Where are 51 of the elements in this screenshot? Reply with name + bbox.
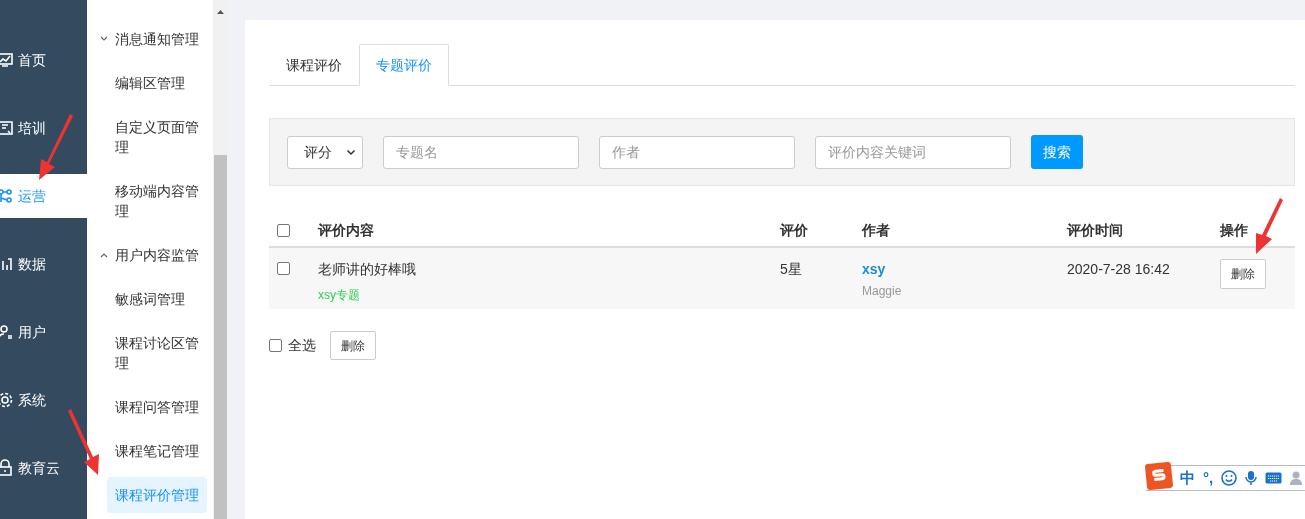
gear-icon xyxy=(0,391,14,409)
input-field[interactable]: 作者 xyxy=(599,135,795,169)
checkbox[interactable] xyxy=(277,262,290,275)
column-header: 评价时间 xyxy=(1067,221,1124,240)
input-field[interactable]: 专题名 xyxy=(383,135,579,169)
submenu-item[interactable]: 课程笔记管理 xyxy=(115,441,203,461)
book-icon xyxy=(0,119,14,137)
column-header: 操作 xyxy=(1220,221,1248,240)
submenu-group[interactable]: 消息通知管理 xyxy=(87,29,213,49)
column-header: 评价内容 xyxy=(318,221,375,240)
group-label: 消息通知管理 xyxy=(115,29,199,49)
delete-button[interactable]: 删除 xyxy=(1220,259,1266,289)
bars-icon xyxy=(0,255,14,273)
microphone-icon[interactable] xyxy=(1245,470,1258,486)
nav-item[interactable]: 教育云 xyxy=(0,446,87,490)
tab[interactable]: 课程评价 xyxy=(269,44,359,86)
table-cell-text: 2020-7-28 16:42 xyxy=(1067,260,1171,279)
column-header: 作者 xyxy=(862,221,891,240)
user-icon xyxy=(0,323,14,341)
chart-icon xyxy=(0,51,14,69)
submenu-item[interactable]: 自定义页面管理 xyxy=(115,117,203,157)
input-mode[interactable]: 中 xyxy=(1180,466,1195,490)
nav-item[interactable]: 数据 xyxy=(0,242,87,286)
nav-item[interactable]: 系统 xyxy=(0,378,87,422)
submenu-item[interactable]: 课程讨论区管理 xyxy=(115,333,203,373)
submenu-item[interactable]: 编辑区管理 xyxy=(115,73,203,93)
submenu-item[interactable]: 课程问答管理 xyxy=(115,397,203,417)
select-all-label: 全选 xyxy=(288,336,316,355)
keyboard-icon[interactable] xyxy=(1265,472,1283,484)
smiley-icon[interactable] xyxy=(1221,470,1238,486)
checkbox[interactable] xyxy=(277,224,290,237)
submenu-item[interactable]: 敏感词管理 xyxy=(115,289,203,309)
input-field[interactable]: 评价内容关键词 xyxy=(815,135,1011,169)
group-label: 用户内容监管 xyxy=(115,245,199,265)
chevron-down-icon xyxy=(346,147,356,157)
submenu-item[interactable]: 移动端内容管理 xyxy=(115,181,203,221)
nodes-icon xyxy=(0,187,14,205)
column-header: 评价 xyxy=(780,221,809,240)
punctuation-mode[interactable]: °, xyxy=(1203,466,1214,490)
checkbox[interactable] xyxy=(269,339,282,352)
table-cell-text: 5星 xyxy=(780,260,803,279)
lock-icon xyxy=(0,459,14,477)
nav-item[interactable]: 培训 xyxy=(0,106,87,150)
table-cell-text: 老师讲的好棒哦 xyxy=(318,260,417,279)
rating-select[interactable]: 评分 xyxy=(287,135,363,169)
nav-item[interactable]: 首页 xyxy=(0,38,87,82)
nav-item[interactable]: 用户 xyxy=(0,310,87,354)
scrollbar-thumb[interactable] xyxy=(214,155,227,519)
author-name: Maggie xyxy=(862,283,902,300)
submenu-group[interactable]: 用户内容监管 xyxy=(87,245,213,265)
delete-button[interactable]: 删除 xyxy=(330,331,376,360)
